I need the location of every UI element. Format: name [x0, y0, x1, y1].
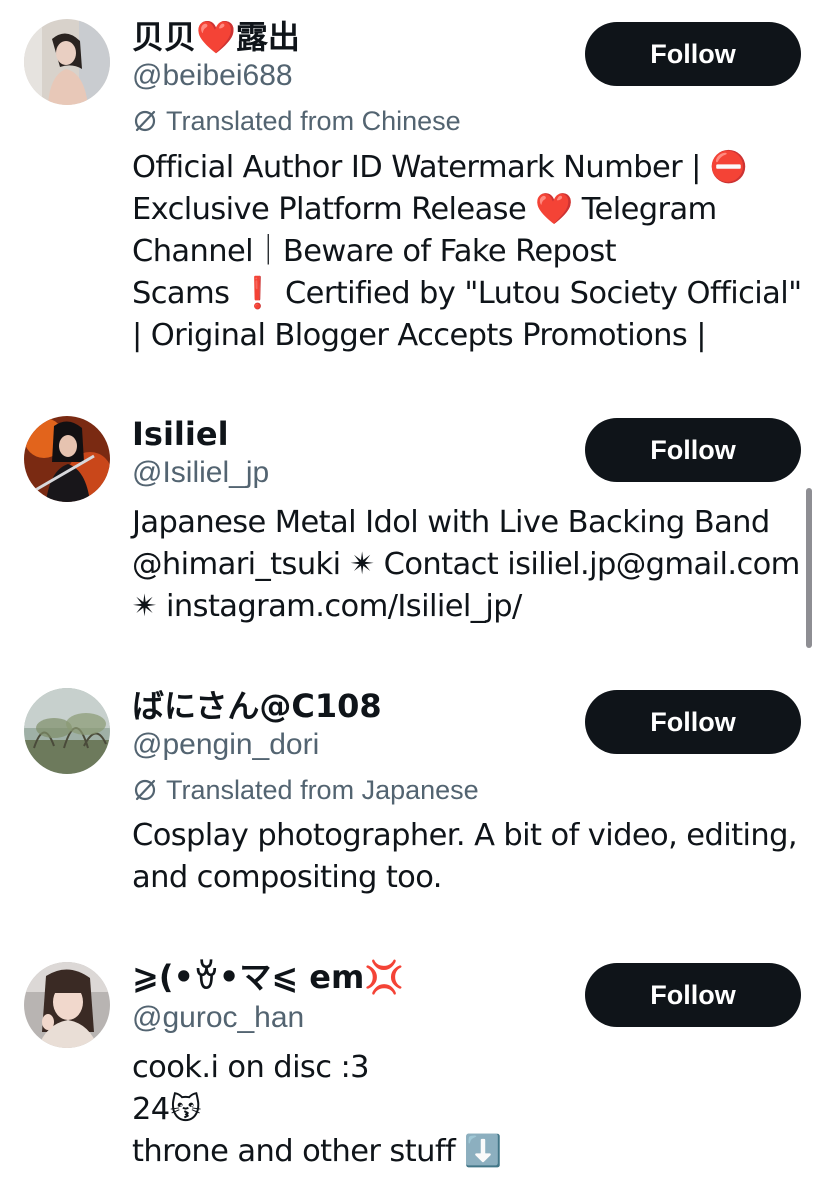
translated-text: Translated from Chinese: [166, 106, 461, 136]
avatar[interactable]: [24, 19, 110, 105]
user-card[interactable]: ⩾(•ꈊ•マ⩽ em💢 @guroc_han cook.i on disc :3…: [0, 935, 819, 1200]
follow-button[interactable]: Follow: [585, 963, 801, 1027]
follow-button[interactable]: Follow: [585, 22, 801, 86]
user-bio: Official Author ID Watermark Number | ⛔ …: [132, 150, 802, 353]
translated-text: Translated from Japanese: [166, 775, 479, 805]
avatar[interactable]: [24, 688, 110, 774]
user-bio: Cosplay photographer. A bit of video, ed…: [132, 818, 798, 895]
translated-label[interactable]: Translated from Japanese: [132, 773, 479, 807]
follow-button[interactable]: Follow: [585, 418, 801, 482]
display-name[interactable]: 贝贝❤️露出: [132, 19, 300, 55]
scrollbar[interactable]: [806, 488, 812, 648]
user-card[interactable]: Isiliel @Isiliel_jp Japanese Metal Idol …: [0, 395, 819, 665]
avatar[interactable]: [24, 962, 110, 1048]
avatar-image: [24, 19, 110, 105]
user-bio: cook.i on disc :3 24😽 throne and other s…: [132, 1050, 502, 1169]
user-handle[interactable]: @beibei688: [132, 58, 293, 94]
display-name[interactable]: ばにさん@C108: [132, 688, 382, 724]
avatar-image: [24, 962, 110, 1048]
display-name[interactable]: Isiliel: [132, 416, 229, 452]
avatar-image: [24, 688, 110, 774]
translated-label[interactable]: Translated from Chinese: [132, 104, 461, 138]
user-handle[interactable]: @Isiliel_jp: [132, 455, 269, 491]
avatar[interactable]: [24, 416, 110, 502]
user-card[interactable]: ばにさん@C108 @pengin_dori Translated from J…: [0, 665, 819, 935]
translate-icon: [132, 108, 158, 134]
avatar-image: [24, 416, 110, 502]
translate-icon: [132, 777, 158, 803]
display-name[interactable]: ⩾(•ꈊ•マ⩽ em💢: [132, 959, 404, 995]
user-bio: Japanese Metal Idol with Live Backing Ba…: [132, 505, 800, 624]
user-handle[interactable]: @pengin_dori: [132, 727, 319, 763]
user-card[interactable]: 贝贝❤️露出 @beibei688 Translated from Chines…: [0, 0, 819, 390]
user-handle[interactable]: @guroc_han: [132, 1000, 304, 1036]
follow-button[interactable]: Follow: [585, 690, 801, 754]
